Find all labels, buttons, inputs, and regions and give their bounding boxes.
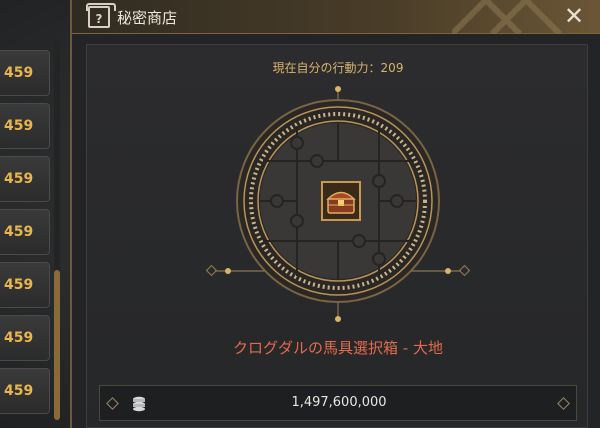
shop-panel: 現在自分の行動力：209 クログダルの馬具選択箱 - 大地 1,497,600,… (86, 44, 588, 428)
list-item[interactable]: 459 (0, 156, 50, 202)
list-item-value: 459 (4, 383, 34, 399)
list-item[interactable]: 459 (0, 50, 50, 96)
list-scrollbar[interactable] (54, 40, 60, 420)
close-button[interactable]: ✕ (562, 4, 586, 29)
list-item-value: 459 (4, 224, 34, 240)
list-item-value: 459 (4, 330, 34, 346)
list-item[interactable]: 459 (0, 368, 50, 414)
list-item[interactable]: 459 (0, 103, 50, 149)
price-bar: 1,497,600,000 (99, 385, 577, 421)
list-item[interactable]: 459 (0, 315, 50, 361)
shop-icon: ? (86, 3, 116, 28)
left-list: 459 459 459 459 459 459 459 (0, 30, 80, 428)
right-node-dot (445, 268, 451, 274)
left-node-dot (225, 268, 231, 274)
header-ornament (452, 0, 562, 34)
treasure-chest-icon[interactable] (321, 181, 361, 221)
list-item-value: 459 (4, 65, 34, 81)
item-name: クログダルの馬具選択箱 - 大地 (233, 339, 443, 357)
price-value: 1,497,600,000 (291, 395, 387, 410)
list-item[interactable]: 459 (0, 262, 50, 308)
dialog-header: ? 秘密商店 ✕ (72, 0, 600, 34)
list-item-value: 459 (4, 171, 34, 187)
secret-shop-dialog: ? 秘密商店 ✕ 現在自分の行動力：209 クログダルの馬具選択箱 - 大地 1… (70, 0, 600, 428)
dialog-title: 秘密商店 (117, 9, 178, 27)
list-item-value: 459 (4, 118, 34, 134)
list-item[interactable]: 459 (0, 209, 50, 255)
list-scrollbar-thumb[interactable] (54, 270, 60, 420)
action-points-label: 現在自分の行動力：209 (272, 61, 404, 75)
list-item-value: 459 (4, 277, 34, 293)
